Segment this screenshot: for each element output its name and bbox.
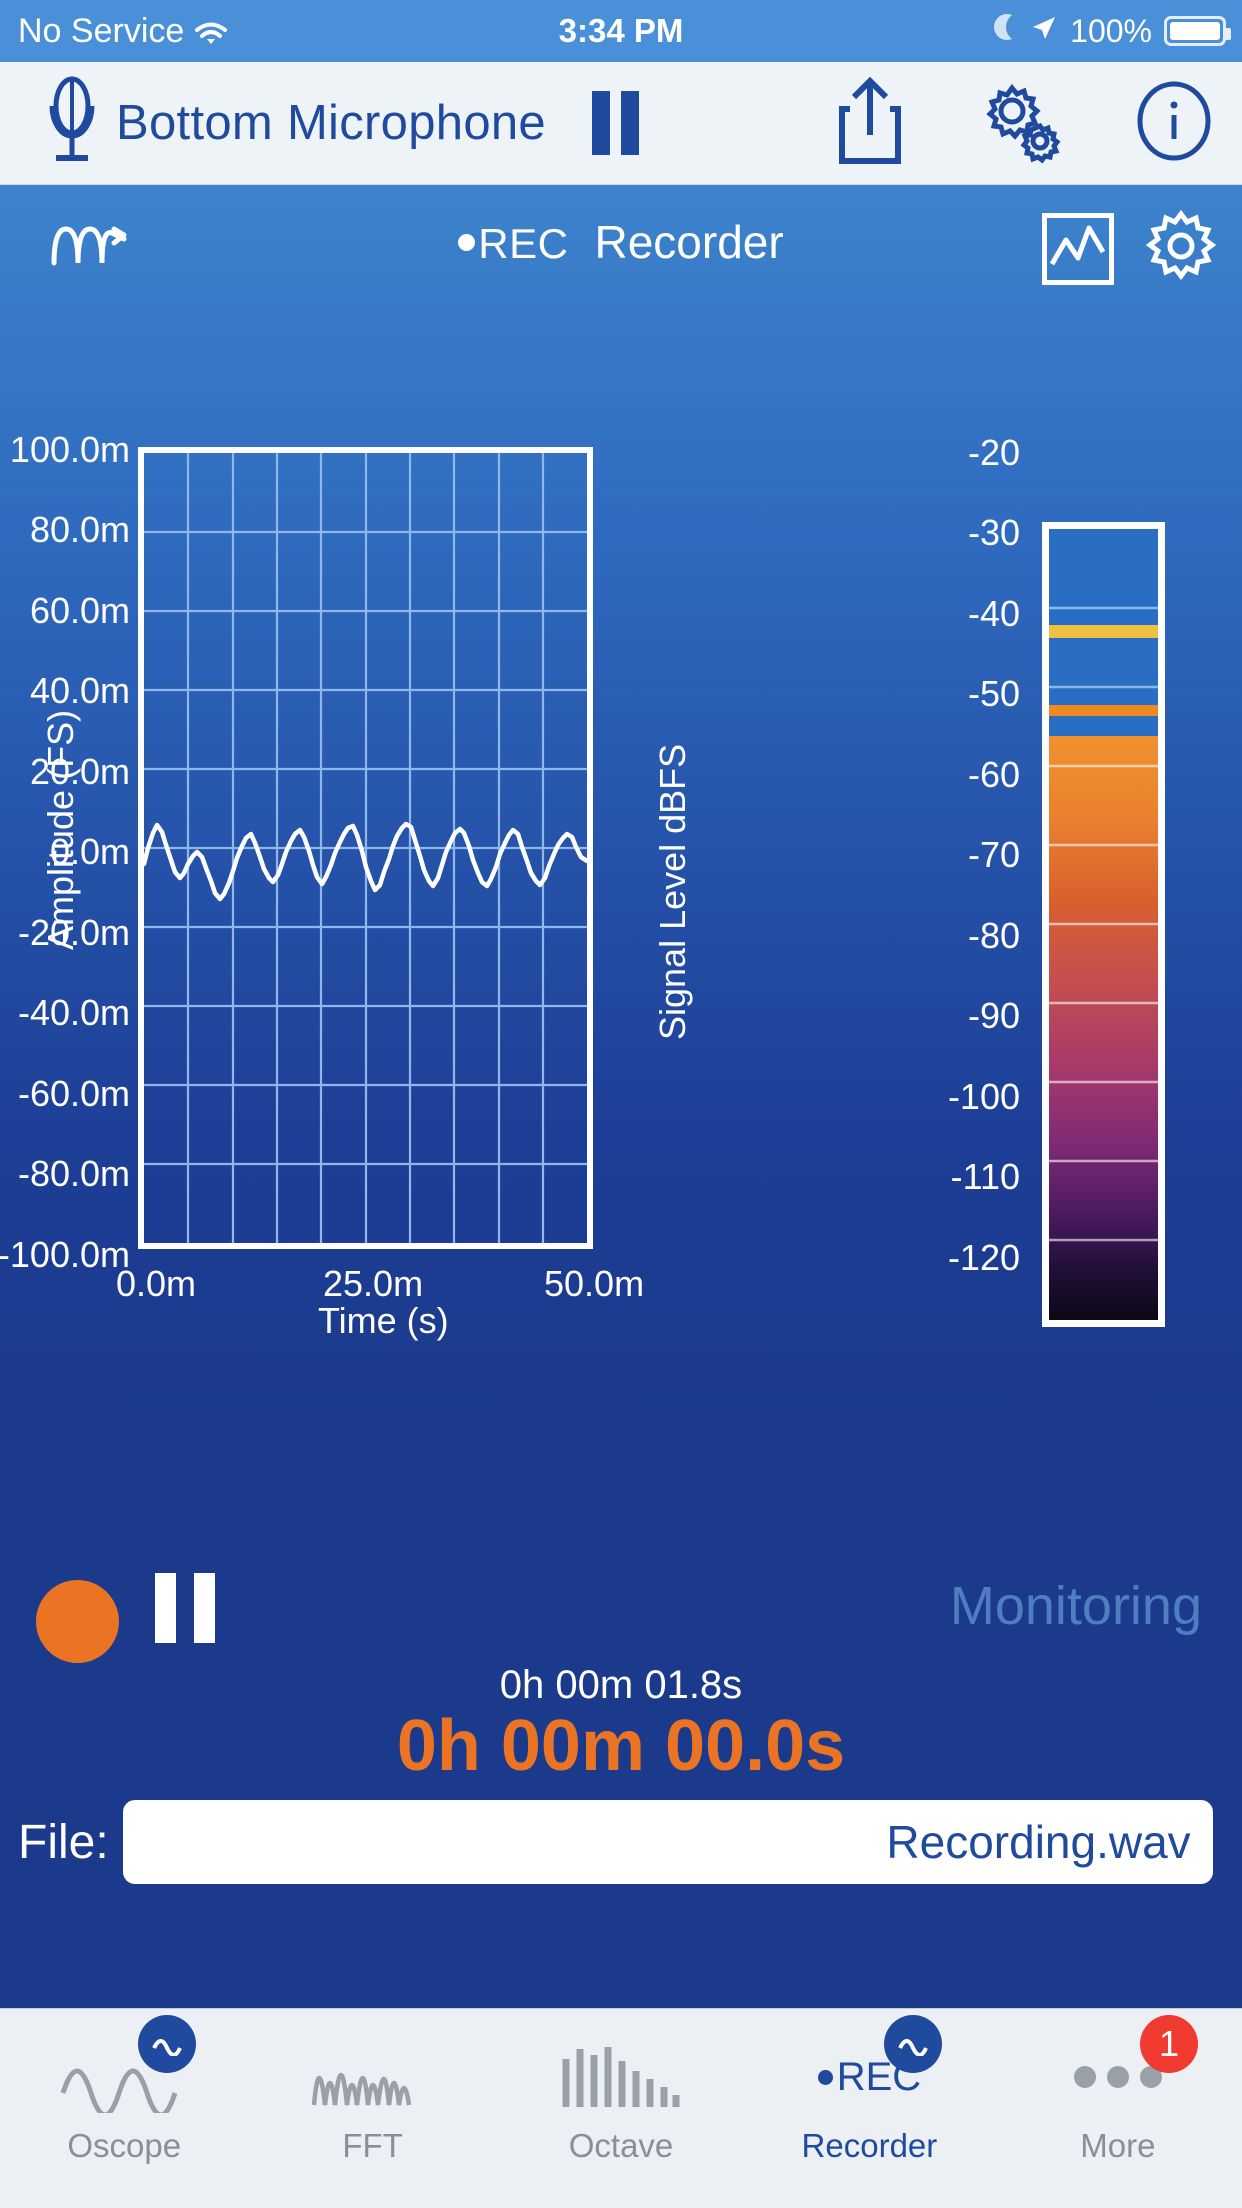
microphone-icon[interactable] [44,76,100,171]
meter-tick-label: -30 [967,512,1020,553]
tab-recorder[interactable]: REC Recorder [745,2009,993,2208]
tab-octave[interactable]: Octave [497,2009,745,2208]
y-tick-label: -60.0m [17,1073,130,1114]
file-row: File: Recording.wav [0,1799,1242,1885]
x-tick-label: 25.0m [323,1263,424,1304]
oscilloscope-plot[interactable]: Amplitude (FS) 100.0m 80.0m 60.0m 40.0m … [0,260,1242,1341]
info-circle-icon[interactable] [1134,81,1214,166]
status-badge: Monitoring [949,1576,1202,1636]
tab-oscope[interactable]: Oscope [0,2009,248,2208]
meter-tick-label: -120 [947,1237,1020,1278]
meter-tick-label: -100 [947,1076,1020,1117]
y-tick-label: 20.0m [29,751,130,792]
file-label: File: [18,1815,109,1869]
x-tick-label: 50.0m [544,1263,645,1304]
meter-tick-label: -80 [967,915,1020,956]
tab-label: Oscope [67,2127,182,2164]
tab-label: Octave [568,2127,674,2164]
file-name-input[interactable]: Recording.wav [122,1800,1213,1884]
tab-bar: Oscope FFT Octave REC Recorder 1 More [0,2008,1242,2208]
fft-spectrum-icon [308,2031,438,2123]
y-tick-label: -40.0m [17,992,130,1033]
y-tick-label: 60.0m [29,590,130,631]
more-badge: 1 [1140,2015,1199,2073]
location-arrow-icon [1030,13,1058,50]
meter-tick-label: -40 [967,593,1020,634]
y-tick-label: 40.0m [29,670,130,711]
signal-level-meter[interactable] [1042,522,1165,1327]
plot-frame [138,447,593,1249]
share-upload-icon[interactable] [836,75,904,172]
battery-full-icon [1164,16,1231,46]
x-axis-title: Time (s) [318,1300,449,1341]
oscope-badge [138,2015,197,2073]
elapsed-time-secondary: 0h 00m 01.8s [499,1663,743,1707]
meter-peak-hold [1049,625,1158,638]
meter-tick-label: -60 [967,754,1020,795]
plot-canvas [144,453,587,1243]
recorder-badge [883,2015,942,2073]
recorder-screen: REC Recorder Amplitude (FS) 100.0m 80.0m… [0,185,1242,2008]
gears-settings-icon[interactable] [976,78,1062,169]
y-tick-label: 100.0m [9,429,130,470]
meter-tick-label: -90 [967,995,1020,1036]
y-tick-label: -20.0m [17,912,130,953]
meter-tick-label: -50 [967,673,1020,714]
meter-canvas [1049,529,1158,1320]
pause-button[interactable] [155,1573,215,1643]
moon-icon [992,12,1018,50]
battery-percent-label: 100% [1070,12,1152,49]
record-button[interactable] [36,1580,119,1663]
status-bar-right: 100% [992,12,1231,50]
page-title: Bottom Microphone [116,96,546,150]
elapsed-time-primary: 0h 00m 00.0s [396,1706,846,1786]
pause-icon[interactable] [591,91,639,155]
meter-tick-label: -110 [950,1156,1020,1197]
toolbar-actions [836,75,1214,172]
meter-recent-peak [1049,705,1158,716]
status-bar: No Service 3:34 PM 100% [0,0,1242,62]
y-tick-label: -80.0m [17,1153,130,1194]
record-dot-icon [817,2069,833,2085]
meter-axis-title: Signal Level dBFS [652,743,693,1040]
meter-tick-label: -70 [967,834,1020,875]
y-tick-label: -100.0m [0,1234,130,1275]
y-tick-label: 0.0m [49,831,130,872]
y-tick-label: 80.0m [29,509,130,550]
tab-label: Recorder [801,2127,938,2164]
tab-label: More [1080,2127,1156,2164]
x-tick-label: 0.0m [116,1263,197,1304]
meter-tick-label: -20 [967,432,1020,473]
octave-bars-icon [556,2031,686,2123]
app-toolbar: Bottom Microphone [0,62,1242,185]
tab-fft[interactable]: FFT [248,2009,496,2208]
tab-label: FFT [342,2127,403,2164]
record-dot-icon [458,234,476,252]
tab-more[interactable]: 1 More [994,2009,1242,2208]
